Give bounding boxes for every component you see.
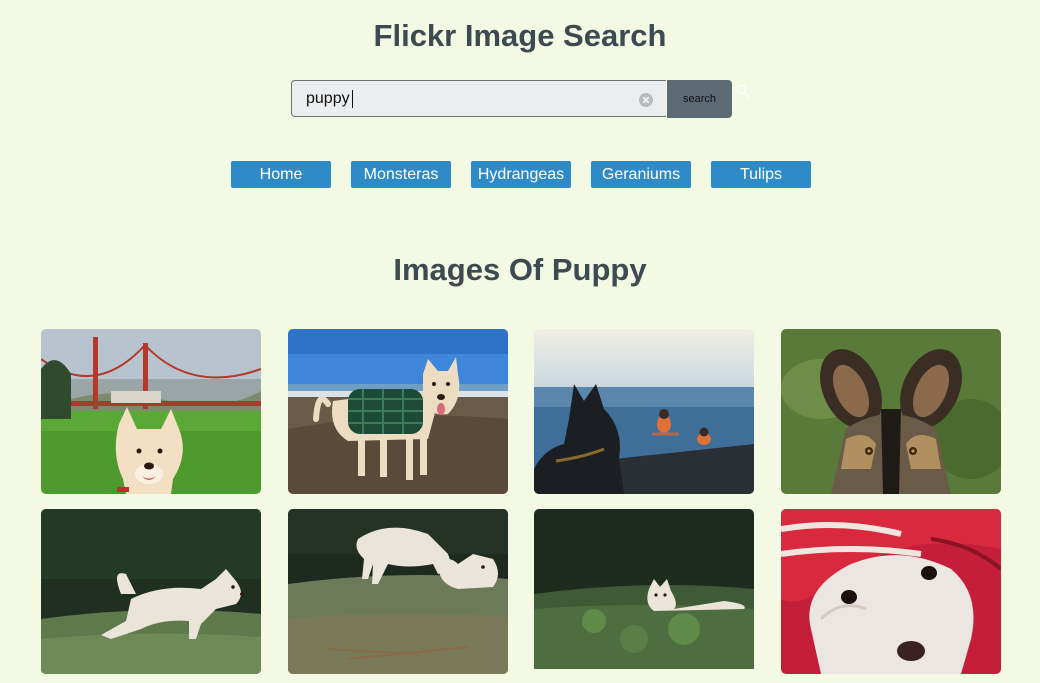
text-caret [352, 90, 353, 108]
photo-dog-silhouette-water-image [534, 329, 754, 494]
photo-white-dog-stretching-image [41, 509, 261, 674]
photo-wolves-playing[interactable] [288, 509, 508, 674]
nav-button-hydrangeas[interactable]: Hydrangeas [471, 161, 571, 188]
photo-white-dog-stretching[interactable] [41, 509, 261, 674]
search-button[interactable]: search [667, 80, 732, 118]
page-title: Flickr Image Search [373, 18, 667, 53]
nav-button-geraniums[interactable]: Geraniums [591, 161, 691, 188]
search-icon [736, 84, 750, 98]
nav-button-tulips[interactable]: Tulips [711, 161, 811, 188]
search-box[interactable] [291, 80, 666, 117]
photo-african-wild-dog-image [781, 329, 1001, 494]
nav-button-home[interactable]: Home [231, 161, 331, 188]
photo-wolves-playing-image [288, 509, 508, 674]
category-nav: Home Monsteras Hydrangeas Geraniums Tuli… [0, 161, 1040, 188]
photo-african-wild-dog[interactable] [781, 329, 1001, 494]
photo-dog-golden-gate[interactable] [41, 329, 261, 494]
nav-button-monsteras[interactable]: Monsteras [351, 161, 451, 188]
search-input[interactable] [306, 89, 626, 109]
clear-icon[interactable] [639, 93, 653, 107]
results-heading: Images Of Puppy [393, 252, 647, 287]
photo-dog-beach-coat-image [288, 329, 508, 494]
photo-puppy-red-blanket-image [781, 509, 1001, 674]
photo-puppy-red-blanket[interactable] [781, 509, 1001, 674]
photo-dog-golden-gate-image [41, 329, 261, 494]
photo-white-wolf-lying[interactable] [534, 509, 754, 674]
photo-white-wolf-lying-image [534, 509, 754, 669]
photo-dog-beach-coat[interactable] [288, 329, 508, 494]
photo-dog-silhouette-water[interactable] [534, 329, 754, 494]
search-form: search [291, 80, 732, 118]
